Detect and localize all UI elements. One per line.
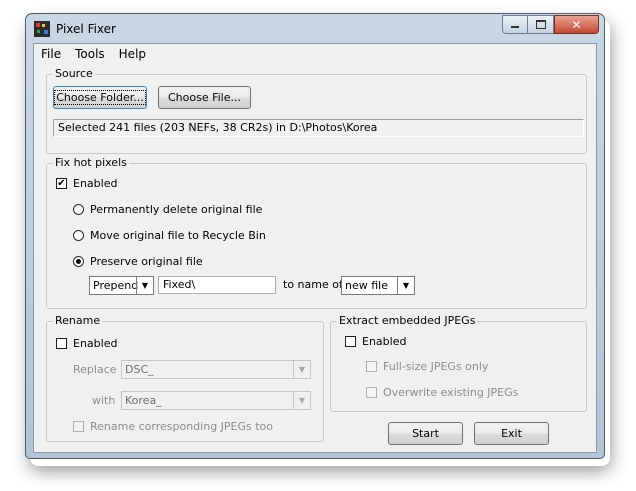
maximize-button[interactable] [528, 15, 554, 34]
minimize-button[interactable] [502, 15, 528, 34]
menu-bar: File Tools Help [34, 44, 596, 64]
hot-pixels-enabled-checkbox[interactable]: ✔ [56, 178, 67, 189]
chevron-down-icon: ▼ [293, 392, 310, 409]
overwrite-jpegs-checkbox[interactable] [366, 387, 377, 398]
target-name-select-value: new file [345, 279, 388, 292]
prepend-select-value: Prepend [93, 279, 139, 292]
minimize-icon [511, 26, 519, 28]
overwrite-jpegs-label[interactable]: Overwrite existing JPEGs [383, 386, 518, 399]
source-group: Source Choose Folder... Choose File... S… [46, 67, 587, 154]
title-bar[interactable]: Pixel Fixer ✕ [26, 14, 604, 42]
chevron-down-icon: ▼ [293, 361, 310, 378]
close-icon: ✕ [571, 17, 582, 32]
recycle-original-label[interactable]: Move original file to Recycle Bin [90, 229, 266, 242]
with-select[interactable]: Korea_ ▼ [121, 391, 311, 410]
source-group-title: Source [53, 67, 95, 80]
hot-pixels-enabled-label[interactable]: Enabled [73, 177, 117, 190]
start-button[interactable]: Start [388, 422, 463, 445]
to-name-of-label: to name of [283, 278, 343, 291]
source-status: Selected 241 files (203 NEFs, 38 CR2s) i… [53, 119, 584, 137]
maximize-icon [535, 20, 546, 29]
chevron-down-icon: ▼ [397, 277, 414, 294]
replace-label: Replace [73, 363, 117, 376]
recycle-original-radio[interactable] [73, 230, 84, 241]
choose-folder-button[interactable]: Choose Folder... [53, 86, 147, 109]
target-name-select[interactable]: new file ▼ [341, 276, 415, 295]
preserve-original-radio[interactable] [73, 256, 84, 267]
prepend-select[interactable]: Prepend ▼ [89, 276, 154, 295]
rename-group-title: Rename [53, 314, 103, 327]
extract-group: Extract embedded JPEGs Enabled Full-size… [330, 314, 587, 412]
pixel-fixer-app-icon [34, 21, 50, 37]
extract-enabled-label[interactable]: Enabled [362, 335, 406, 348]
rename-jpegs-checkbox[interactable] [73, 421, 84, 432]
extract-enabled-checkbox[interactable] [345, 336, 356, 347]
replace-select[interactable]: DSC_ ▼ [121, 360, 311, 379]
close-button[interactable]: ✕ [554, 15, 599, 34]
caption-buttons: ✕ [502, 15, 599, 35]
choose-file-button[interactable]: Choose File... [158, 86, 251, 109]
preserve-original-label[interactable]: Preserve original file [90, 255, 203, 268]
delete-original-label[interactable]: Permanently delete original file [90, 203, 262, 216]
with-select-value: Korea_ [125, 394, 162, 407]
with-label: with [92, 394, 116, 407]
fullsize-jpegs-checkbox[interactable] [366, 361, 377, 372]
rename-group: Rename Enabled Replace DSC_ ▼ with Korea… [46, 314, 324, 442]
rename-jpegs-label[interactable]: Rename corresponding JPEGs too [90, 420, 273, 433]
app-window: Pixel Fixer ✕ File Tools Help Source Cho… [25, 13, 605, 459]
rename-enabled-label[interactable]: Enabled [73, 337, 117, 350]
exit-button[interactable]: Exit [474, 422, 549, 445]
hot-pixels-group: Fix hot pixels ✔ Enabled Permanently del… [46, 156, 587, 309]
replace-select-value: DSC_ [125, 363, 154, 376]
rename-enabled-checkbox[interactable] [56, 338, 67, 349]
client-area: File Tools Help Source Choose Folder... … [33, 43, 597, 453]
menu-tools[interactable]: Tools [68, 44, 112, 64]
extract-group-title: Extract embedded JPEGs [337, 314, 478, 327]
hot-pixels-group-title: Fix hot pixels [53, 156, 129, 169]
window-title: Pixel Fixer [56, 22, 116, 36]
menu-file[interactable]: File [34, 44, 68, 64]
chevron-down-icon: ▼ [136, 277, 153, 294]
fullsize-jpegs-label[interactable]: Full-size JPEGs only [383, 360, 488, 373]
delete-original-radio[interactable] [73, 204, 84, 215]
prefix-text-input[interactable]: Fixed\ [158, 276, 276, 294]
menu-help[interactable]: Help [112, 44, 153, 64]
